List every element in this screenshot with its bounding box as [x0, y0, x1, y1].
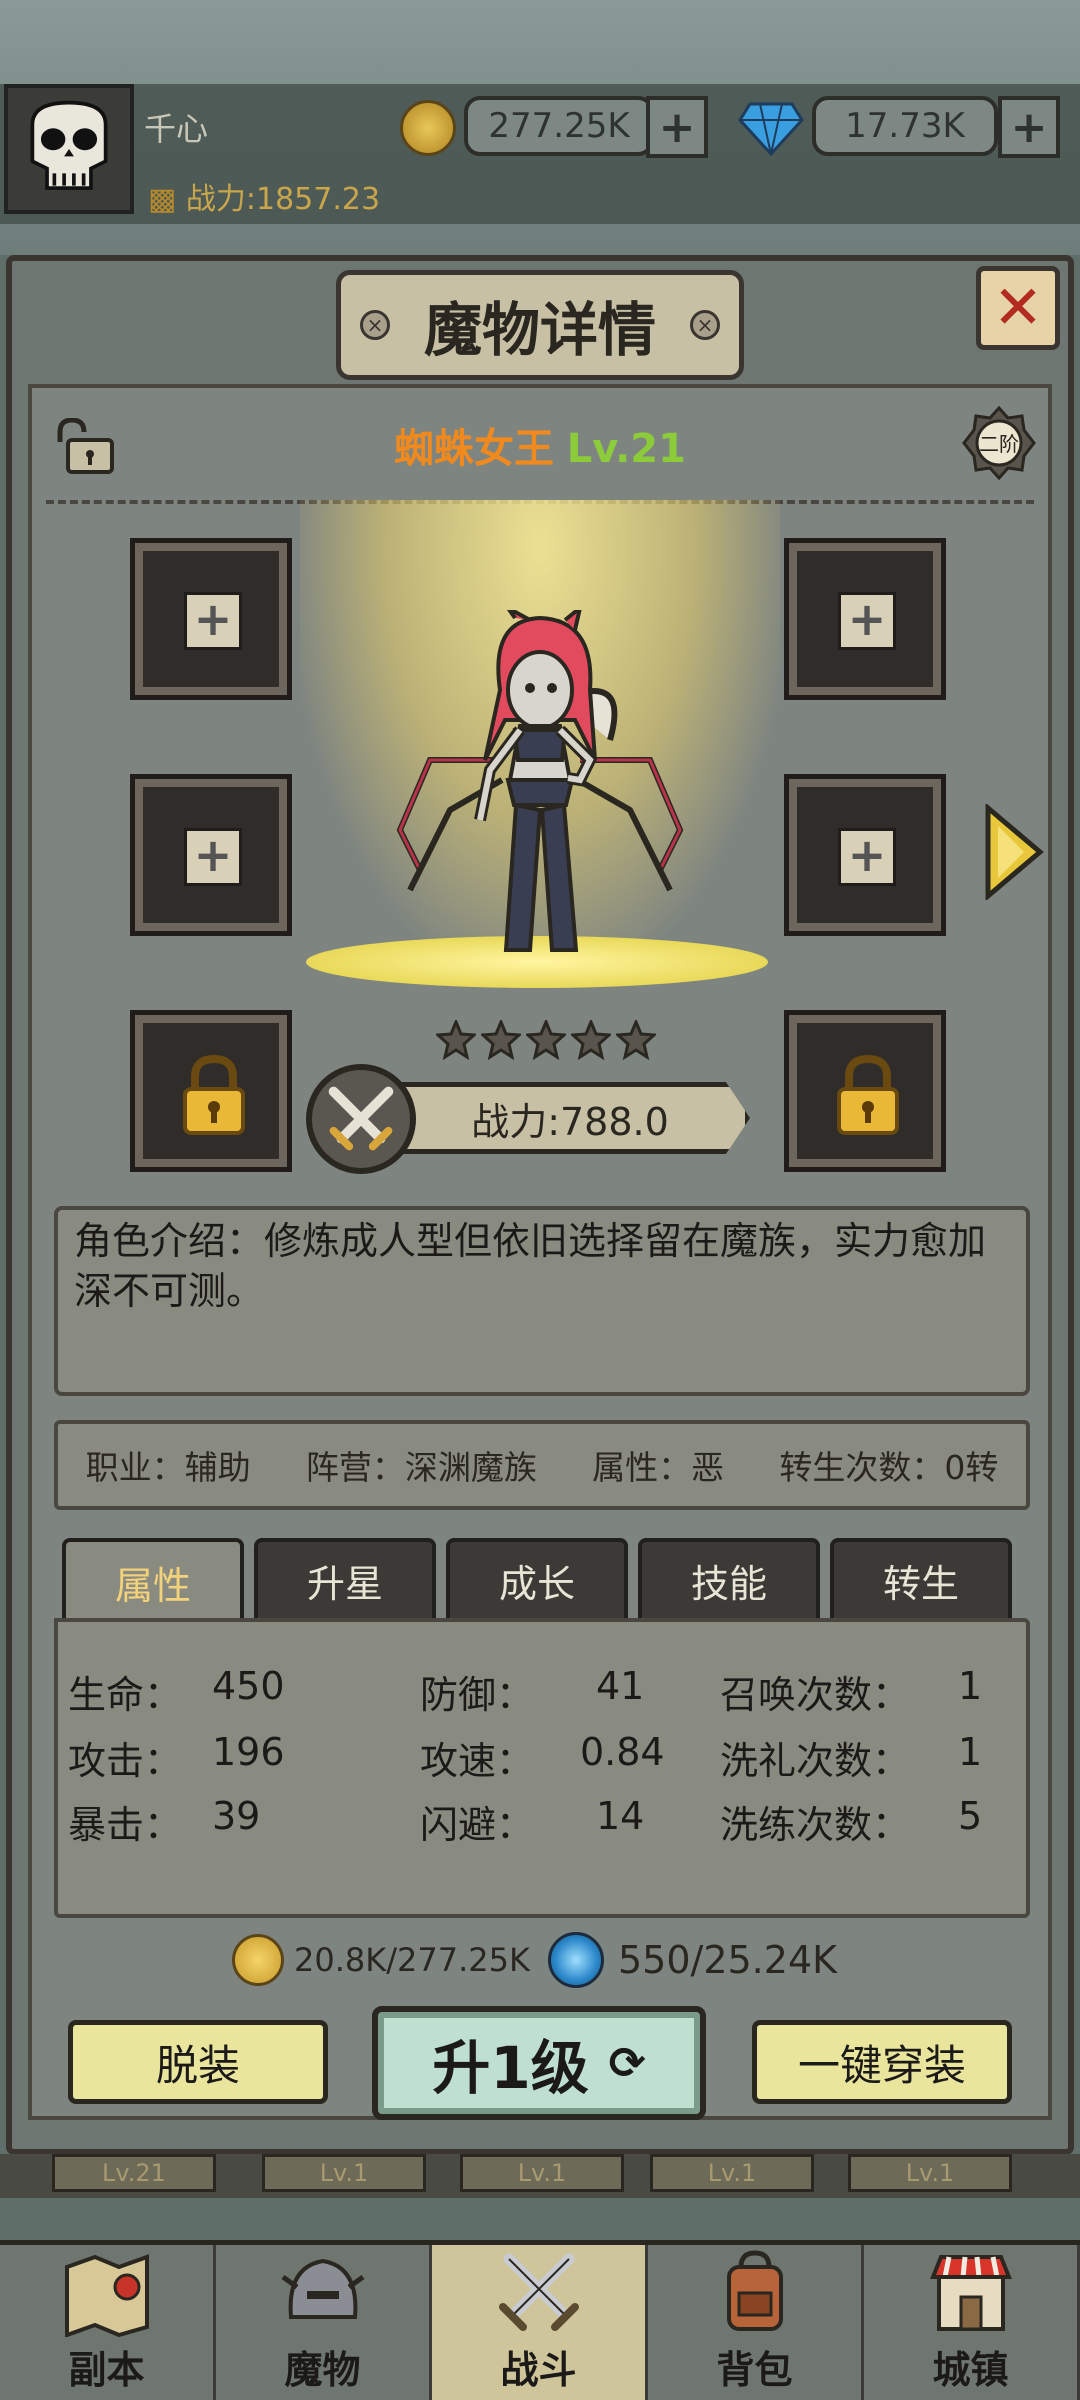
orb-cost: 550/25.24K [548, 1930, 837, 1990]
backpack-icon [726, 2250, 783, 2331]
rebirth-label: 转生次数：0转 [779, 1448, 999, 1487]
close-button[interactable]: ✕ [976, 266, 1060, 350]
crossed-swords-icon [498, 2253, 579, 2331]
team-level-chip[interactable]: Lv.1 [848, 2154, 1012, 2192]
star-rating [436, 1020, 656, 1064]
stat-attack: 攻击： 196 [68, 1730, 285, 1783]
skull-icon [8, 88, 130, 210]
equip-all-button[interactable]: 一键穿装 [752, 2020, 1012, 2104]
gold-cost: 20.8K/277.25K [232, 1930, 530, 1990]
bolt-icon: × [690, 310, 720, 340]
stat-dodge: 闪避： 14 [420, 1794, 645, 1847]
level-up-button[interactable]: 升1级 ⟳ [372, 2006, 706, 2120]
stat-crit: 暴击： 39 [68, 1794, 261, 1847]
tab-upgrade-star[interactable]: 升星 [254, 1538, 436, 1618]
detail-tabs: 属性 升星 成长 技能 转生 [62, 1538, 1012, 1622]
star-icon [616, 1020, 656, 1060]
tab-rebirth[interactable]: 转生 [830, 1538, 1012, 1618]
bottom-nav: 副本 魔物 战斗 背包 城镇 [0, 2240, 1080, 2400]
player-name: 千心 [144, 110, 209, 148]
attribute-label: 属性：恶 [592, 1448, 725, 1487]
team-level-chip[interactable]: Lv.1 [460, 2154, 624, 2192]
padlock-icon [183, 1055, 245, 1135]
rank-label: 二阶 [979, 432, 1019, 456]
star-icon [571, 1020, 611, 1060]
nav-monsters[interactable]: 魔物 [216, 2245, 432, 2400]
monster-portrait [396, 610, 684, 952]
plus-icon: + [184, 828, 242, 886]
plus-icon: + [838, 592, 896, 650]
monster-info-row: 职业：辅助 阵营：深渊魔族 属性：恶 转生次数：0转 [54, 1420, 1030, 1510]
team-level-chip[interactable]: Lv.1 [262, 2154, 426, 2192]
equipment-slot[interactable]: + [130, 538, 292, 700]
shop-icon [929, 2255, 1012, 2331]
monster-title: 蜘蛛女王 Lv.21 [0, 416, 1080, 474]
player-avatar[interactable] [4, 84, 134, 214]
gem-amount: 17.73K [812, 96, 998, 156]
gold-coin-icon [232, 1934, 284, 1986]
equipment-slot[interactable]: + [784, 774, 946, 936]
monster-level: Lv.21 [566, 426, 686, 472]
nav-backpack[interactable]: 背包 [648, 2245, 864, 2400]
add-gold-button[interactable]: + [646, 96, 708, 158]
gold-amount: 277.25K [464, 96, 654, 156]
star-icon [526, 1020, 566, 1060]
helmet-icon [281, 2258, 364, 2319]
locked-slot[interactable] [130, 1010, 292, 1172]
tab-attributes[interactable]: 属性 [62, 1538, 244, 1622]
padlock-icon [837, 1055, 899, 1135]
diamond-icon [738, 102, 804, 156]
unequip-button[interactable]: 脱装 [68, 2020, 328, 2104]
plus-icon: + [838, 828, 896, 886]
power-emblem [306, 1064, 416, 1174]
crossed-swords-icon [328, 1086, 394, 1151]
stat-summon-count: 召唤次数： 1 [720, 1664, 983, 1717]
team-level-chip[interactable]: Lv.1 [650, 2154, 814, 2192]
equipment-slot[interactable]: + [130, 774, 292, 936]
gold-coin-icon [400, 100, 456, 156]
nav-town[interactable]: 城镇 [864, 2245, 1080, 2400]
stat-baptism-count: 洗礼次数： 1 [720, 1730, 983, 1783]
locked-slot[interactable] [784, 1010, 946, 1172]
nav-battle[interactable]: 战斗 [432, 2245, 648, 2400]
power-icon: ▩ [148, 182, 177, 217]
monster-name: 蜘蛛女王 [394, 426, 555, 472]
stat-defense: 防御： 41 [420, 1664, 645, 1717]
tab-growth[interactable]: 成长 [446, 1538, 628, 1618]
refresh-icon: ⟳ [608, 2037, 646, 2089]
equipment-slot[interactable]: + [784, 538, 946, 700]
tab-skills[interactable]: 技能 [638, 1538, 820, 1618]
bolt-icon: × [360, 310, 390, 340]
dialog-title: 魔物详情 [336, 270, 744, 380]
nav-dungeon[interactable]: 副本 [0, 2245, 216, 2400]
star-icon [436, 1020, 476, 1060]
team-level-chip[interactable]: Lv.21 [52, 2154, 216, 2192]
plus-icon: + [184, 592, 242, 650]
map-icon [64, 2254, 149, 2337]
player-power: ▩ 战力:1857.23 [148, 182, 381, 217]
monster-description: 角色介绍：修炼成人型但依旧选择留在魔族，实力愈加深不可测。 [54, 1206, 1030, 1396]
next-arrow-button[interactable] [984, 804, 1044, 900]
camp-label: 阵营：深渊魔族 [305, 1448, 537, 1487]
stat-hp: 生命： 450 [68, 1664, 285, 1717]
add-gems-button[interactable]: + [998, 96, 1060, 158]
stat-refine-count: 洗练次数： 5 [720, 1794, 983, 1847]
job-label: 职业：辅助 [85, 1448, 251, 1487]
star-icon [481, 1020, 521, 1060]
stat-attack-speed: 攻速： 0.84 [420, 1730, 665, 1783]
mana-orb-icon [548, 1932, 604, 1988]
monster-power: 战力:788.0 [471, 1099, 669, 1144]
